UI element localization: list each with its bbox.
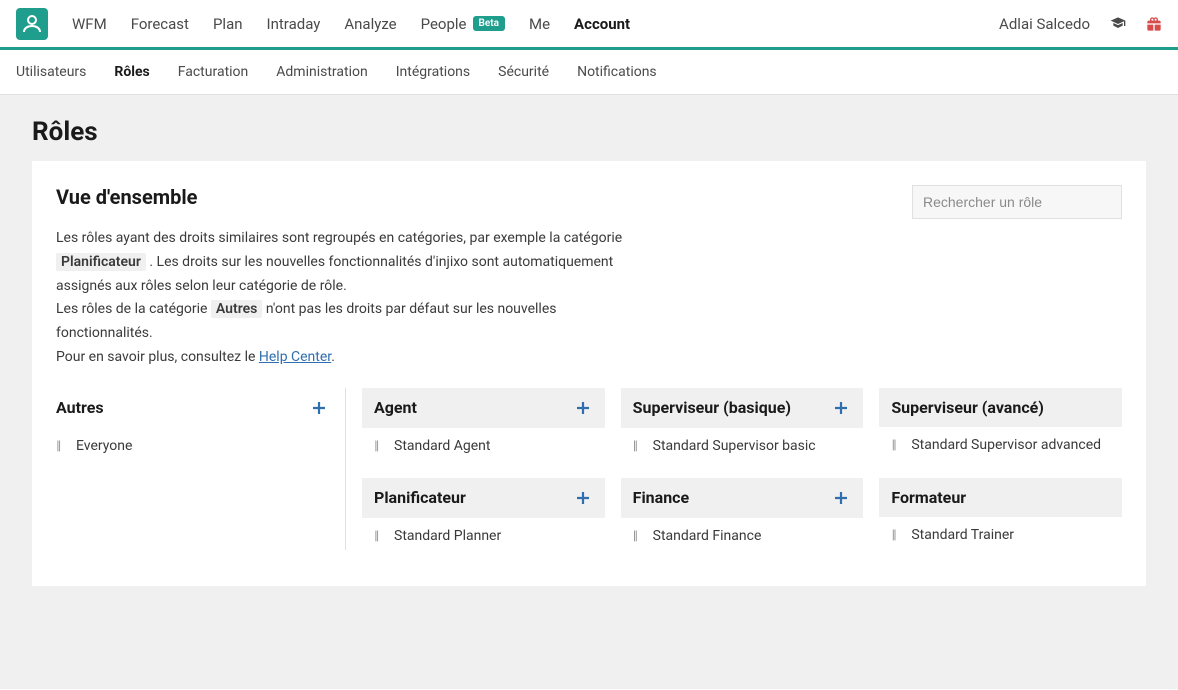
- role-item[interactable]: ∥ Standard Finance: [621, 518, 864, 550]
- category-title: Formateur: [891, 488, 966, 507]
- beta-badge: Beta: [473, 16, 505, 31]
- drag-handle-icon[interactable]: ∥: [633, 529, 643, 542]
- add-role-superviseur-basique[interactable]: [831, 398, 851, 418]
- role-item[interactable]: ∥ Standard Supervisor basic: [621, 428, 864, 460]
- desc-line1a: Les rôles ayant des droits similaires so…: [56, 230, 622, 246]
- nav-analyze[interactable]: Analyze: [344, 15, 396, 33]
- category-title: Superviseur (avancé): [891, 398, 1044, 417]
- category-title: Planificateur: [374, 488, 466, 507]
- help-center-link[interactable]: Help Center: [259, 349, 331, 365]
- subnav-notifications[interactable]: Notifications: [577, 64, 657, 80]
- nav-plan[interactable]: Plan: [213, 15, 243, 33]
- gift-icon[interactable]: [1146, 16, 1162, 32]
- category-formateur: Formateur ∥ Standard Trainer: [879, 478, 1122, 550]
- top-nav: WFM Forecast Plan Intraday Analyze Peopl…: [0, 0, 1178, 50]
- add-role-finance[interactable]: [831, 488, 851, 508]
- role-label: Everyone: [76, 438, 132, 454]
- category-title: Superviseur (basique): [633, 398, 791, 417]
- subnav-integrations[interactable]: Intégrations: [396, 64, 470, 80]
- category-superviseur-basique: Superviseur (basique) ∥ Standard Supervi…: [621, 388, 864, 460]
- graduation-cap-icon[interactable]: [1110, 16, 1126, 32]
- add-role-autres[interactable]: [309, 398, 329, 418]
- role-label: Standard Planner: [394, 528, 501, 544]
- category-header-planificateur: Planificateur: [362, 478, 605, 518]
- role-label: Standard Supervisor advanced: [911, 437, 1101, 453]
- nav-account[interactable]: Account: [574, 15, 630, 33]
- add-role-planificateur[interactable]: [573, 488, 593, 508]
- role-item-everyone[interactable]: ∥ Everyone: [56, 428, 329, 460]
- subnav-utilisateurs[interactable]: Utilisateurs: [16, 64, 86, 80]
- subnav-roles[interactable]: Rôles: [114, 64, 149, 80]
- category-superviseur-avance: Superviseur (avancé) ∥ Standard Supervis…: [879, 388, 1122, 460]
- category-header-formateur: Formateur: [879, 478, 1122, 517]
- category-header-autres: Autres: [56, 388, 329, 428]
- category-title: Agent: [374, 398, 417, 417]
- role-label: Standard Trainer: [911, 527, 1014, 543]
- category-planificateur: Planificateur ∥ Standard Planner: [362, 478, 605, 550]
- category-agent: Agent ∥ Standard Agent: [362, 388, 605, 460]
- drag-handle-icon[interactable]: ∥: [633, 439, 643, 452]
- page-title: Rôles: [0, 95, 1178, 161]
- role-item[interactable]: ∥ Standard Supervisor advanced: [879, 427, 1122, 459]
- role-item[interactable]: ∥ Standard Trainer: [879, 517, 1122, 549]
- nav-people[interactable]: People Beta: [421, 15, 505, 33]
- subnav-facturation[interactable]: Facturation: [178, 64, 249, 80]
- roles-grid: Agent ∥ Standard Agent Superviseur (basi…: [346, 388, 1122, 550]
- plus-icon: [312, 401, 326, 415]
- category-title-autres: Autres: [56, 398, 104, 417]
- drag-handle-icon[interactable]: ∥: [56, 439, 66, 452]
- category-finance: Finance ∥ Standard Finance: [621, 478, 864, 550]
- role-item[interactable]: ∥ Standard Agent: [362, 428, 605, 460]
- drag-handle-icon[interactable]: ∥: [891, 438, 901, 451]
- subnav-securite[interactable]: Sécurité: [498, 64, 549, 80]
- page-body: Rôles Vue d'ensemble Les rôles ayant des…: [0, 95, 1178, 689]
- category-autres: Autres ∥ Everyone: [56, 388, 329, 460]
- nav-me[interactable]: Me: [529, 15, 550, 33]
- role-item[interactable]: ∥ Standard Planner: [362, 518, 605, 550]
- nav-intraday[interactable]: Intraday: [267, 15, 321, 33]
- plus-icon: [834, 401, 848, 415]
- role-label: Standard Supervisor basic: [653, 438, 816, 454]
- search-box: [912, 185, 1122, 219]
- drag-handle-icon[interactable]: ∥: [374, 529, 384, 542]
- plus-icon: [576, 401, 590, 415]
- roles-col-autres: Autres ∥ Everyone: [56, 388, 346, 550]
- plus-icon: [834, 491, 848, 505]
- role-label: Standard Finance: [653, 528, 762, 544]
- app-logo[interactable]: [16, 8, 48, 40]
- description: Les rôles ayant des droits similaires so…: [56, 227, 656, 370]
- desc-line3a: Pour en savoir plus, consultez le: [56, 349, 259, 365]
- nav-forecast[interactable]: Forecast: [131, 15, 189, 33]
- role-label: Standard Agent: [394, 438, 490, 454]
- card-title: Vue d'ensemble: [56, 185, 656, 209]
- desc-highlight-autres: Autres: [211, 300, 262, 318]
- plus-icon: [576, 491, 590, 505]
- search-input[interactable]: [912, 185, 1122, 219]
- desc-line3b: .: [331, 349, 335, 365]
- subnav-administration[interactable]: Administration: [276, 64, 367, 80]
- category-header-finance: Finance: [621, 478, 864, 518]
- user-name[interactable]: Adlai Salcedo: [999, 15, 1090, 33]
- desc-highlight-planificateur: Planificateur: [56, 253, 146, 271]
- category-header-superviseur-basique: Superviseur (basique): [621, 388, 864, 428]
- nav-people-label: People: [421, 15, 467, 33]
- top-nav-right: Adlai Salcedo: [999, 15, 1162, 33]
- content-card: Vue d'ensemble Les rôles ayant des droit…: [32, 161, 1146, 586]
- category-header-superviseur-avance: Superviseur (avancé): [879, 388, 1122, 427]
- category-header-agent: Agent: [362, 388, 605, 428]
- roles-area: Autres ∥ Everyone Agent: [56, 388, 1122, 550]
- category-title: Finance: [633, 488, 690, 507]
- drag-handle-icon[interactable]: ∥: [891, 528, 901, 541]
- sub-nav: Utilisateurs Rôles Facturation Administr…: [0, 50, 1178, 95]
- nav-wfm[interactable]: WFM: [72, 15, 107, 33]
- drag-handle-icon[interactable]: ∥: [374, 439, 384, 452]
- desc-line2a: Les rôles de la catégorie: [56, 301, 211, 317]
- top-nav-items: WFM Forecast Plan Intraday Analyze Peopl…: [72, 15, 999, 33]
- add-role-agent[interactable]: [573, 398, 593, 418]
